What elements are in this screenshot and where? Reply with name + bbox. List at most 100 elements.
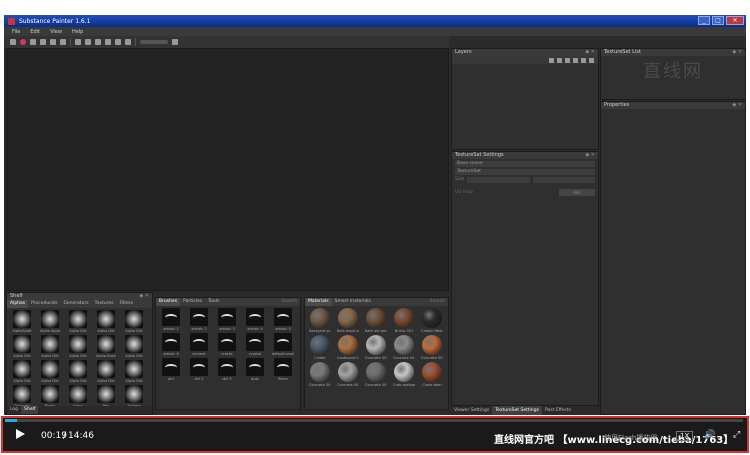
brush-item[interactable]: artistic 1 <box>158 308 184 331</box>
panel-controls-icon[interactable]: ◆ ✕ <box>139 293 152 300</box>
add-button[interactable]: Add <box>559 189 595 196</box>
paint-brush-icon[interactable] <box>20 39 26 45</box>
panel-controls-icon[interactable]: ◆ ✕ <box>732 49 745 56</box>
menu-help[interactable]: Help <box>72 29 83 35</box>
panel-controls-icon[interactable]: ◆ ✕ <box>585 49 598 56</box>
material-item[interactable]: Crate steel <box>419 362 445 387</box>
clone-icon[interactable] <box>50 39 56 45</box>
volume-icon[interactable]: 🔊 <box>704 430 715 440</box>
folder-icon[interactable] <box>581 57 586 63</box>
brush-item[interactable]: dirt <box>158 358 184 381</box>
panel-controls-icon[interactable]: ◆ ✕ <box>732 102 745 109</box>
play-button[interactable] <box>14 428 28 442</box>
size-select-2[interactable] <box>532 177 595 183</box>
material-item[interactable]: Cardboard 0. <box>335 335 361 360</box>
tab-viewer-settings[interactable]: Viewer Settings <box>451 406 492 415</box>
texture-set-field[interactable]: TextureSet <box>455 169 595 175</box>
tab-log[interactable]: Log <box>7 406 21 414</box>
alpha-item[interactable]: Alpha Bush <box>93 335 119 358</box>
menu-edit[interactable]: Edit <box>30 29 40 35</box>
tab-particles[interactable]: Particles <box>180 298 205 306</box>
material-item[interactable]: Concrete 00. <box>335 362 361 387</box>
brush-item[interactable]: artistic 2 <box>186 308 212 331</box>
tab-shelf[interactable]: Shelf <box>21 406 39 414</box>
alpha-item[interactable]: Alpha Dirt <box>9 360 35 383</box>
panel-controls-icon[interactable]: ◆ ✕ <box>585 152 598 159</box>
brush-item[interactable]: crystal <box>242 333 268 356</box>
add-layer-icon[interactable] <box>549 57 554 63</box>
alpha-item[interactable]: Spiders <box>121 385 147 408</box>
alpha-item[interactable]: Alpha Dirt <box>121 335 147 358</box>
alpha-item[interactable]: Alpha Dirt <box>93 360 119 383</box>
base-scene-field[interactable]: Base scene <box>455 161 595 167</box>
alpha-item[interactable]: Alpha Dirt <box>9 335 35 358</box>
alpha-item[interactable]: Alpha Dirt <box>65 310 91 333</box>
brush-item[interactable]: dust <box>242 358 268 381</box>
alpha-item[interactable]: AlphaSpatt <box>9 310 35 333</box>
brush-item[interactable]: cement <box>186 333 212 356</box>
tab-smart-materials[interactable]: Smart materials <box>332 298 374 306</box>
mirror-icon[interactable] <box>85 39 91 45</box>
tab-materials[interactable]: Materials <box>305 298 332 306</box>
brush-item[interactable]: default brush <box>270 333 296 356</box>
material-item[interactable]: Cinder <box>307 335 333 360</box>
material-item[interactable]: Crab seafoam <box>391 362 417 387</box>
alpha-item[interactable]: Pen <box>93 385 119 408</box>
tab-alphas[interactable]: Alphas <box>7 300 29 308</box>
brush-item[interactable]: artistic 6 <box>158 333 184 356</box>
alpha-item[interactable]: Alpha Dirt <box>65 335 91 358</box>
alpha-item[interactable]: Alpha Dirt <box>121 310 147 333</box>
menu-file[interactable]: File <box>12 29 20 35</box>
trash-icon[interactable] <box>589 57 594 63</box>
tab-filters[interactable]: Filters <box>116 300 136 308</box>
player-mode-label[interactable]: 使用Flash播放器 <box>604 433 657 443</box>
add-effect-icon[interactable] <box>573 57 578 63</box>
menu-view[interactable]: View <box>50 29 62 35</box>
tab-brushes[interactable]: Brushes <box>156 298 181 306</box>
maximize-button[interactable]: □ <box>712 16 724 25</box>
alpha-item[interactable]: Alpha Dirt <box>93 310 119 333</box>
quality-button[interactable]: 1X <box>676 431 694 441</box>
alpha-item[interactable]: Grass <box>65 385 91 408</box>
brush-item[interactable]: artistic 5 <box>270 308 296 331</box>
tab-generators[interactable]: Generators <box>60 300 91 308</box>
camera-icon[interactable] <box>105 39 111 45</box>
progress-track[interactable] <box>5 419 743 422</box>
opacity-slider[interactable] <box>140 40 168 44</box>
eraser-icon[interactable] <box>30 39 36 45</box>
tab-texture-set-settings[interactable]: TextureSet Settings <box>492 406 542 415</box>
minimize-button[interactable]: _ <box>698 16 710 25</box>
viewport-3d[interactable] <box>6 48 449 291</box>
settings-icon[interactable] <box>125 39 131 45</box>
material-item[interactable]: Bark black p. <box>335 308 361 333</box>
close-button[interactable]: ✕ <box>726 16 744 25</box>
add-mask-icon[interactable] <box>565 57 570 63</box>
material-item[interactable]: Concrete 00. <box>363 362 389 387</box>
brush-item[interactable]: dirt 2 <box>186 358 212 381</box>
picker-icon[interactable] <box>60 39 66 45</box>
alpha-item[interactable]: Alpha Dirt <box>37 360 63 383</box>
brush-item[interactable]: artistic 3 <box>214 308 240 331</box>
brush-item[interactable]: cracks <box>214 333 240 356</box>
material-item[interactable]: Bark old gro. <box>363 308 389 333</box>
brushes-search[interactable]: Search <box>279 298 300 306</box>
brush-item[interactable]: dirt 3 <box>214 358 240 381</box>
material-item[interactable]: Concrete 00. <box>419 335 445 360</box>
tab-procedurals[interactable]: Procedurals <box>28 300 60 308</box>
alpha-item[interactable]: Gaussian <box>9 385 35 408</box>
projection-icon[interactable] <box>40 39 46 45</box>
tab-textures[interactable]: Textures <box>92 300 117 308</box>
fullscreen-icon[interactable]: ⤢ <box>733 430 740 440</box>
toolbar-icon[interactable] <box>10 39 16 45</box>
material-item[interactable]: Bricks 001 <box>391 308 417 333</box>
alpha-item[interactable]: Rivets <box>37 385 63 408</box>
symmetry-icon[interactable] <box>75 39 81 45</box>
grid-icon[interactable] <box>115 39 121 45</box>
tab-tools[interactable]: Tools <box>205 298 222 306</box>
tab-post-effects[interactable]: Post Effects <box>542 406 574 415</box>
materials-search[interactable]: Search <box>427 298 448 306</box>
material-item[interactable]: Concrete 00. <box>391 335 417 360</box>
material-item[interactable]: Concrete 00. <box>307 362 333 387</box>
alpha-item[interactable]: Alpha Dirt <box>65 360 91 383</box>
alpha-item[interactable]: Alpha Splat <box>37 310 63 333</box>
